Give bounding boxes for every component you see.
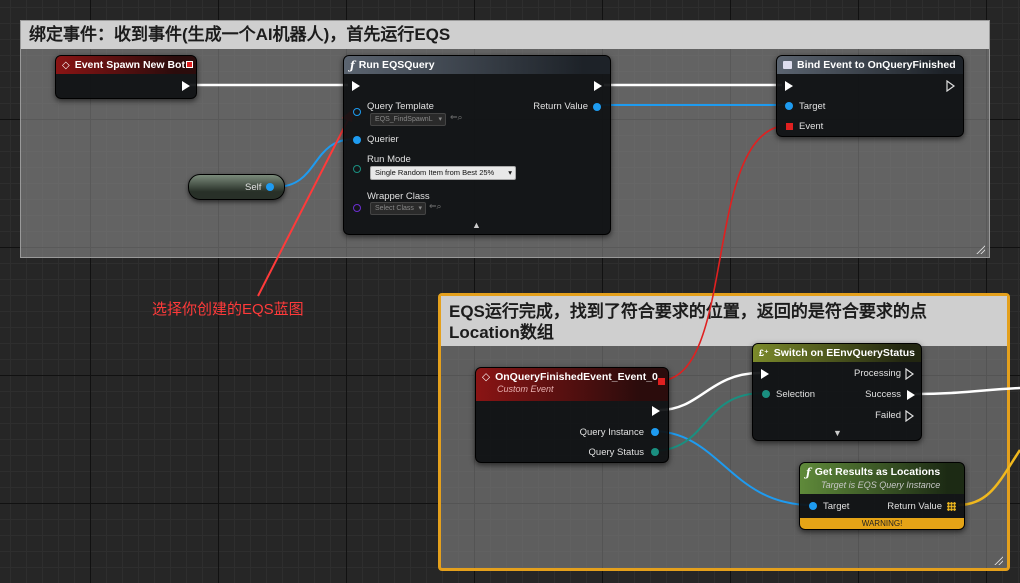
function-icon: ƒ xyxy=(350,58,355,72)
dropdown-arrow-icon: ▾ xyxy=(508,168,512,177)
node-subtitle: Target is EQS Query Instance xyxy=(821,480,941,490)
query-template-dropdown[interactable]: EQS_FindSpawnL ▾ xyxy=(370,113,446,126)
self-label: Self xyxy=(245,182,262,193)
annotation-text: 选择你创建的EQS蓝图 xyxy=(152,301,304,318)
run-eqs-query-node[interactable]: ƒ Run EQSQuery Query Template EQS_FindSp… xyxy=(343,55,611,235)
return-value-label: Return Value xyxy=(887,501,942,512)
dropdown-arrow-icon: ▾ xyxy=(438,116,442,123)
switch-node[interactable]: £⁺ Switch on EEnvQueryStatus Processing … xyxy=(752,343,922,441)
target-pin[interactable] xyxy=(785,102,793,110)
function-icon: ƒ xyxy=(806,466,811,479)
event-diamond-icon: ◇ xyxy=(62,59,70,71)
run-mode-value: Single Random Item from Best 25% xyxy=(375,168,495,177)
delegate-pin[interactable] xyxy=(658,378,665,385)
event-label: Event xyxy=(799,121,824,132)
event-delegate-pin[interactable] xyxy=(786,123,793,130)
run-mode-dropdown[interactable]: Single Random Item from Best 25% ▾ xyxy=(370,166,516,180)
node-subtitle: Custom Event xyxy=(497,384,554,394)
query-template-label: Query Template xyxy=(367,101,434,112)
querier-label: Querier xyxy=(367,134,399,145)
custom-event-node[interactable]: ◇ OnQueryFinishedEvent_Event_0 Custom Ev… xyxy=(475,367,669,463)
target-pin[interactable] xyxy=(809,502,817,510)
node-header: ƒ Run EQSQuery xyxy=(344,56,610,74)
delegate-pin[interactable] xyxy=(186,61,193,68)
event-diamond-icon: ◇ xyxy=(482,371,491,383)
query-template-pin[interactable] xyxy=(353,108,361,116)
expand-arrow-icon[interactable]: ▼ xyxy=(833,428,842,438)
annotation-arrow xyxy=(257,115,351,297)
switch-icon: £⁺ xyxy=(759,347,769,358)
self-pin[interactable] xyxy=(266,183,274,191)
node-header: £⁺ Switch on EEnvQueryStatus xyxy=(753,344,921,362)
dropdown-arrow-icon: ▾ xyxy=(418,205,422,212)
warning-banner: WARNING! xyxy=(800,518,964,529)
selection-pin[interactable] xyxy=(762,390,770,398)
run-mode-label: Run Mode xyxy=(367,154,411,165)
event-spawn-node[interactable]: ◇ Event Spawn New Bot xyxy=(55,55,197,99)
query-template-value: EQS_FindSpawnL xyxy=(375,116,433,123)
return-value-pin[interactable] xyxy=(593,103,601,111)
node-header: Bind Event to OnQueryFinished xyxy=(777,56,963,74)
success-exec-pin[interactable] xyxy=(907,390,915,400)
bind-event-icon xyxy=(783,61,792,69)
wire-query-instance-to-target xyxy=(651,430,813,506)
node-title: OnQueryFinishedEvent_Event_0 xyxy=(495,371,658,383)
success-label: Success xyxy=(865,389,901,400)
selection-label: Selection xyxy=(776,389,816,400)
query-instance-label: Query Instance xyxy=(579,427,644,438)
self-node[interactable]: Self xyxy=(188,174,285,200)
wrapper-class-value: Select Class xyxy=(375,205,414,212)
target-label: Target xyxy=(823,501,850,512)
exec-in-pin[interactable] xyxy=(785,81,793,91)
node-title: Bind Event to OnQueryFinished xyxy=(797,59,956,71)
failed-label: Failed xyxy=(875,410,901,421)
expand-arrow-icon[interactable]: ▲ xyxy=(472,220,481,230)
failed-exec-pin[interactable] xyxy=(905,410,915,422)
exec-out-pin[interactable] xyxy=(182,81,190,91)
wrapper-class-pin[interactable] xyxy=(353,204,361,212)
exec-in-pin[interactable] xyxy=(761,369,769,379)
return-value-label: Return Value xyxy=(533,101,588,112)
get-results-node[interactable]: ƒ Get Results as Locations Target is EQS… xyxy=(799,462,965,530)
node-title: Run EQSQuery xyxy=(358,59,435,71)
processing-exec-pin[interactable] xyxy=(905,368,915,380)
querier-pin[interactable] xyxy=(353,136,361,144)
exec-out-pin[interactable] xyxy=(652,406,660,416)
vector-array-pin[interactable] xyxy=(947,502,956,511)
exec-in-pin[interactable] xyxy=(352,81,360,91)
run-mode-pin[interactable] xyxy=(353,165,361,173)
node-title: Get Results as Locations xyxy=(814,466,941,478)
exec-wire-success-out xyxy=(914,386,1020,396)
wire-vector-array-out xyxy=(957,449,1020,507)
node-title: Switch on EEnvQueryStatus xyxy=(773,347,915,359)
target-label: Target xyxy=(799,101,826,112)
bind-event-node[interactable]: Bind Event to OnQueryFinished Target Eve… xyxy=(776,55,964,137)
wrapper-class-label: Wrapper Class xyxy=(367,191,430,202)
query-status-pin[interactable] xyxy=(651,448,659,456)
exec-wire-event-to-switch xyxy=(659,371,761,412)
processing-label: Processing xyxy=(854,368,901,379)
exec-out-pin[interactable] xyxy=(594,81,602,91)
query-instance-pin[interactable] xyxy=(651,428,659,436)
query-status-label: Query Status xyxy=(588,447,644,458)
node-header: ◇ Event Spawn New Bot xyxy=(56,56,196,74)
wrapper-class-dropdown[interactable]: Select Class ▾ xyxy=(370,202,426,215)
browse-icon[interactable]: ⇐⌕ xyxy=(429,201,442,212)
node-title: Event Spawn New Bot xyxy=(74,59,185,71)
browse-icon[interactable]: ⇐⌕ xyxy=(450,112,463,123)
exec-out-hollow-icon xyxy=(946,80,956,92)
